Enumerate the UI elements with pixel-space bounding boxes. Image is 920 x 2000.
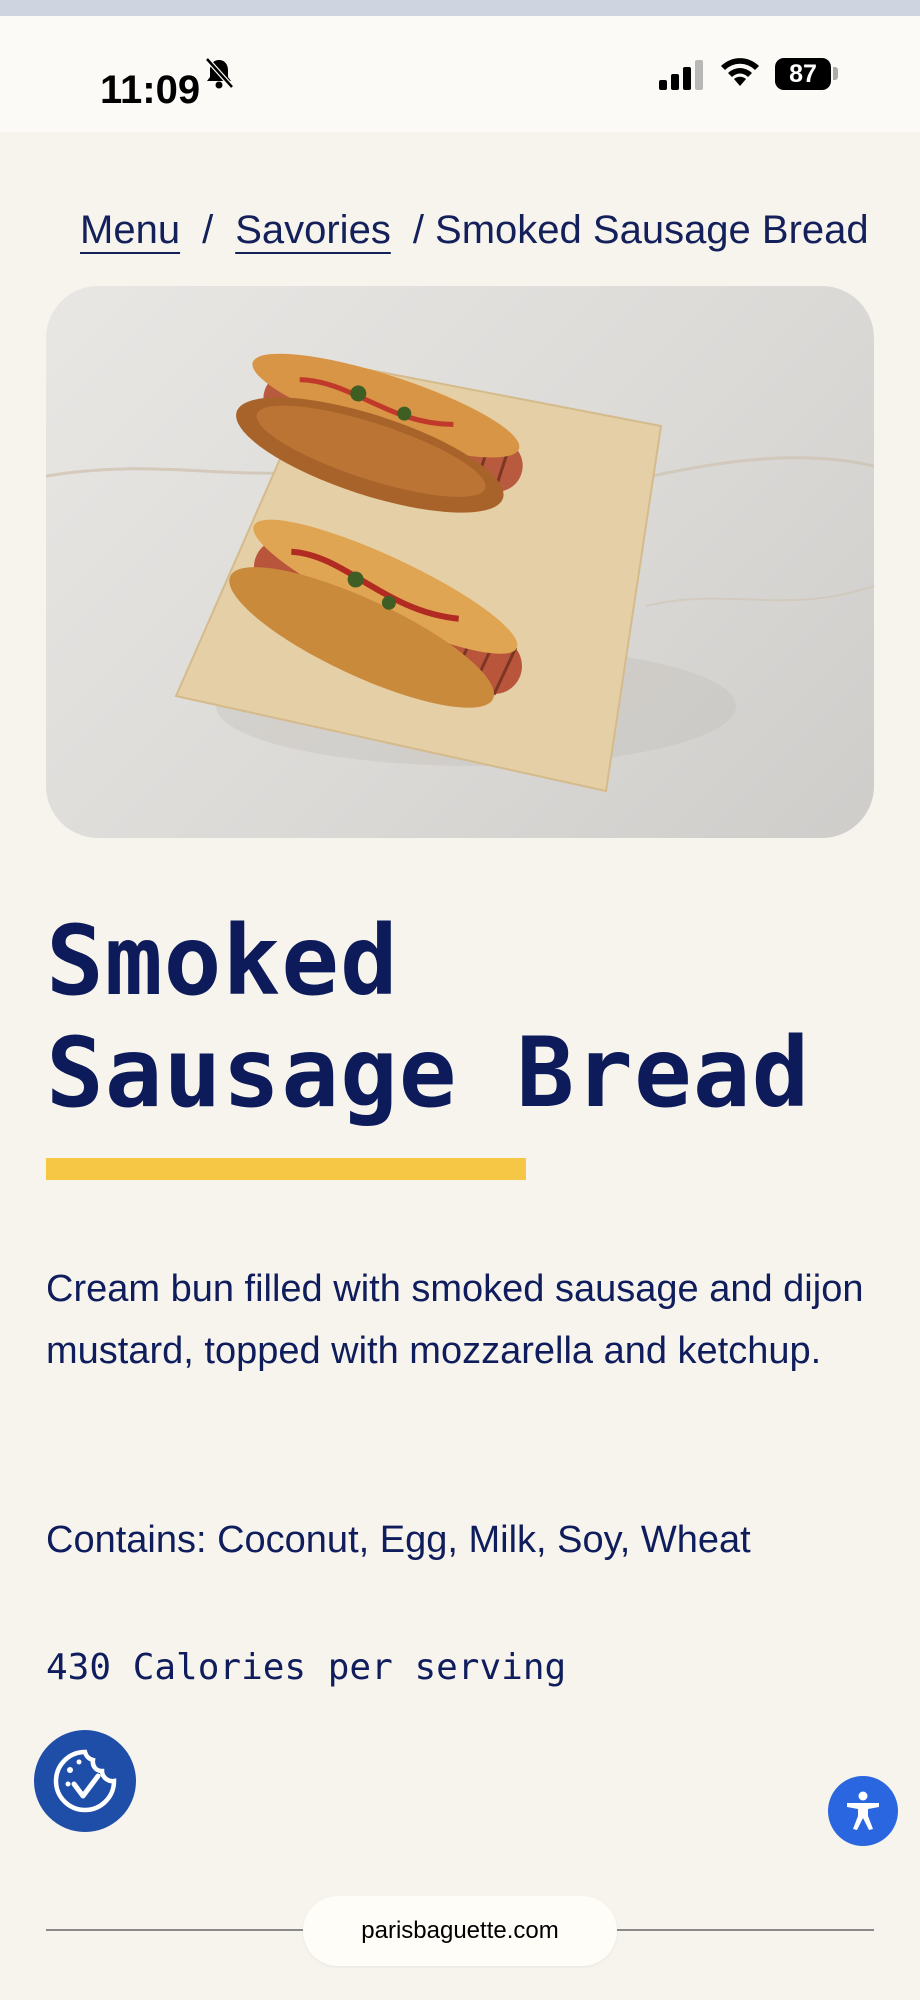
breadcrumb-link-savories[interactable]: Savories bbox=[235, 208, 391, 253]
page-title: Smoked Sausage Bread bbox=[46, 905, 866, 1129]
product-allergens: Contains: Coconut, Egg, Milk, Soy, Wheat bbox=[46, 1519, 751, 1561]
product-image bbox=[46, 286, 874, 838]
product-description: Cream bun filled with smoked sausage and… bbox=[46, 1268, 864, 1372]
browser-top-strip bbox=[0, 0, 920, 16]
product-calories: 430 Calories per serving bbox=[46, 1647, 567, 1688]
signal-icon bbox=[659, 60, 703, 90]
breadcrumb-link-menu[interactable]: Menu bbox=[80, 208, 180, 253]
product-photo-illustration bbox=[46, 353, 874, 793]
title-line-2: Sausage Bread bbox=[46, 1017, 811, 1129]
title-line-1: Smoked bbox=[46, 905, 399, 1017]
title-accent-bar bbox=[46, 1158, 526, 1180]
accessibility-button[interactable] bbox=[828, 1776, 898, 1846]
status-time: 11:09 bbox=[100, 68, 201, 112]
url-bar[interactable]: parisbaguette.com bbox=[303, 1896, 617, 1966]
bell-slash-icon bbox=[205, 57, 234, 89]
breadcrumb: Menu / Savories / Smoked Sausage Bread bbox=[80, 200, 869, 260]
wifi-icon bbox=[721, 58, 759, 86]
battery-icon: 87 bbox=[775, 58, 831, 90]
breadcrumb-current: / Smoked Sausage Bread bbox=[412, 207, 869, 252]
cookie-check-icon bbox=[53, 1749, 117, 1813]
battery-tip bbox=[833, 67, 838, 80]
cookie-consent-button[interactable] bbox=[34, 1730, 136, 1832]
breadcrumb-separator: / bbox=[202, 207, 214, 252]
accessibility-icon bbox=[847, 1791, 879, 1830]
